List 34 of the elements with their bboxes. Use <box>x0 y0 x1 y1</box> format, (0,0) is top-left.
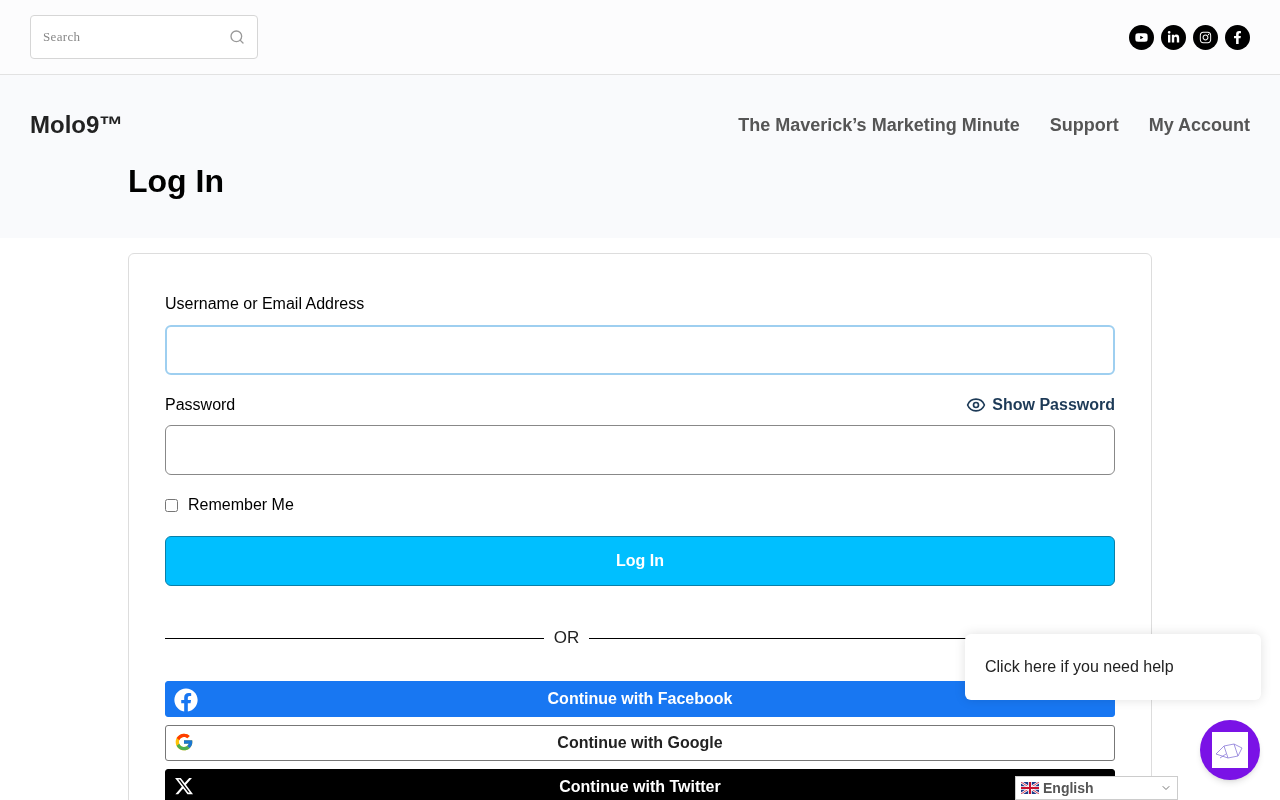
field-label: Password <box>165 395 236 415</box>
chat-button[interactable] <box>1200 720 1260 780</box>
nav-link[interactable]: Support <box>1049 111 1119 139</box>
in-icon <box>1167 30 1180 44</box>
flag-icon <box>1021 782 1039 794</box>
camera-icon <box>1199 30 1212 44</box>
field-label: Username or Email Address <box>165 294 366 314</box>
video-play-icon <box>1135 30 1148 44</box>
f-icon <box>1231 30 1244 44</box>
nav-link[interactable]: My Account <box>1148 111 1250 139</box>
remember-checkbox[interactable] <box>165 498 178 512</box>
g-icon <box>174 732 194 752</box>
language-label: English <box>1043 778 1095 798</box>
eye-icon <box>966 395 987 415</box>
google-button[interactable]: Continue with Google <box>165 725 1115 761</box>
f-link[interactable] <box>1225 24 1250 50</box>
username-field[interactable] <box>165 325 1115 375</box>
search-input[interactable]: Search <box>43 27 229 47</box>
in-link[interactable] <box>1161 24 1186 50</box>
page-title: Log In <box>128 165 225 197</box>
camera-link[interactable] <box>1193 24 1218 50</box>
show-password-button[interactable]: Show Password <box>966 393 1115 417</box>
nav-link[interactable]: The Maverick’s Marketing Minute <box>738 111 1020 139</box>
language-menu[interactable]: English <box>1015 776 1178 800</box>
checkbox-label: Remember Me <box>188 495 294 515</box>
search-icon <box>229 29 245 45</box>
video-play-link[interactable] <box>1129 24 1154 50</box>
password-field[interactable] <box>165 425 1115 475</box>
search-field[interactable]: Search <box>30 15 258 59</box>
facebook-button[interactable]: Continue with Facebook <box>165 681 1115 717</box>
x-icon <box>174 776 194 796</box>
help-bubble[interactable]: Click here if you need help <box>965 634 1261 700</box>
divider-text: OR <box>553 627 580 650</box>
site-logo[interactable]: Molo9™ <box>30 107 124 143</box>
